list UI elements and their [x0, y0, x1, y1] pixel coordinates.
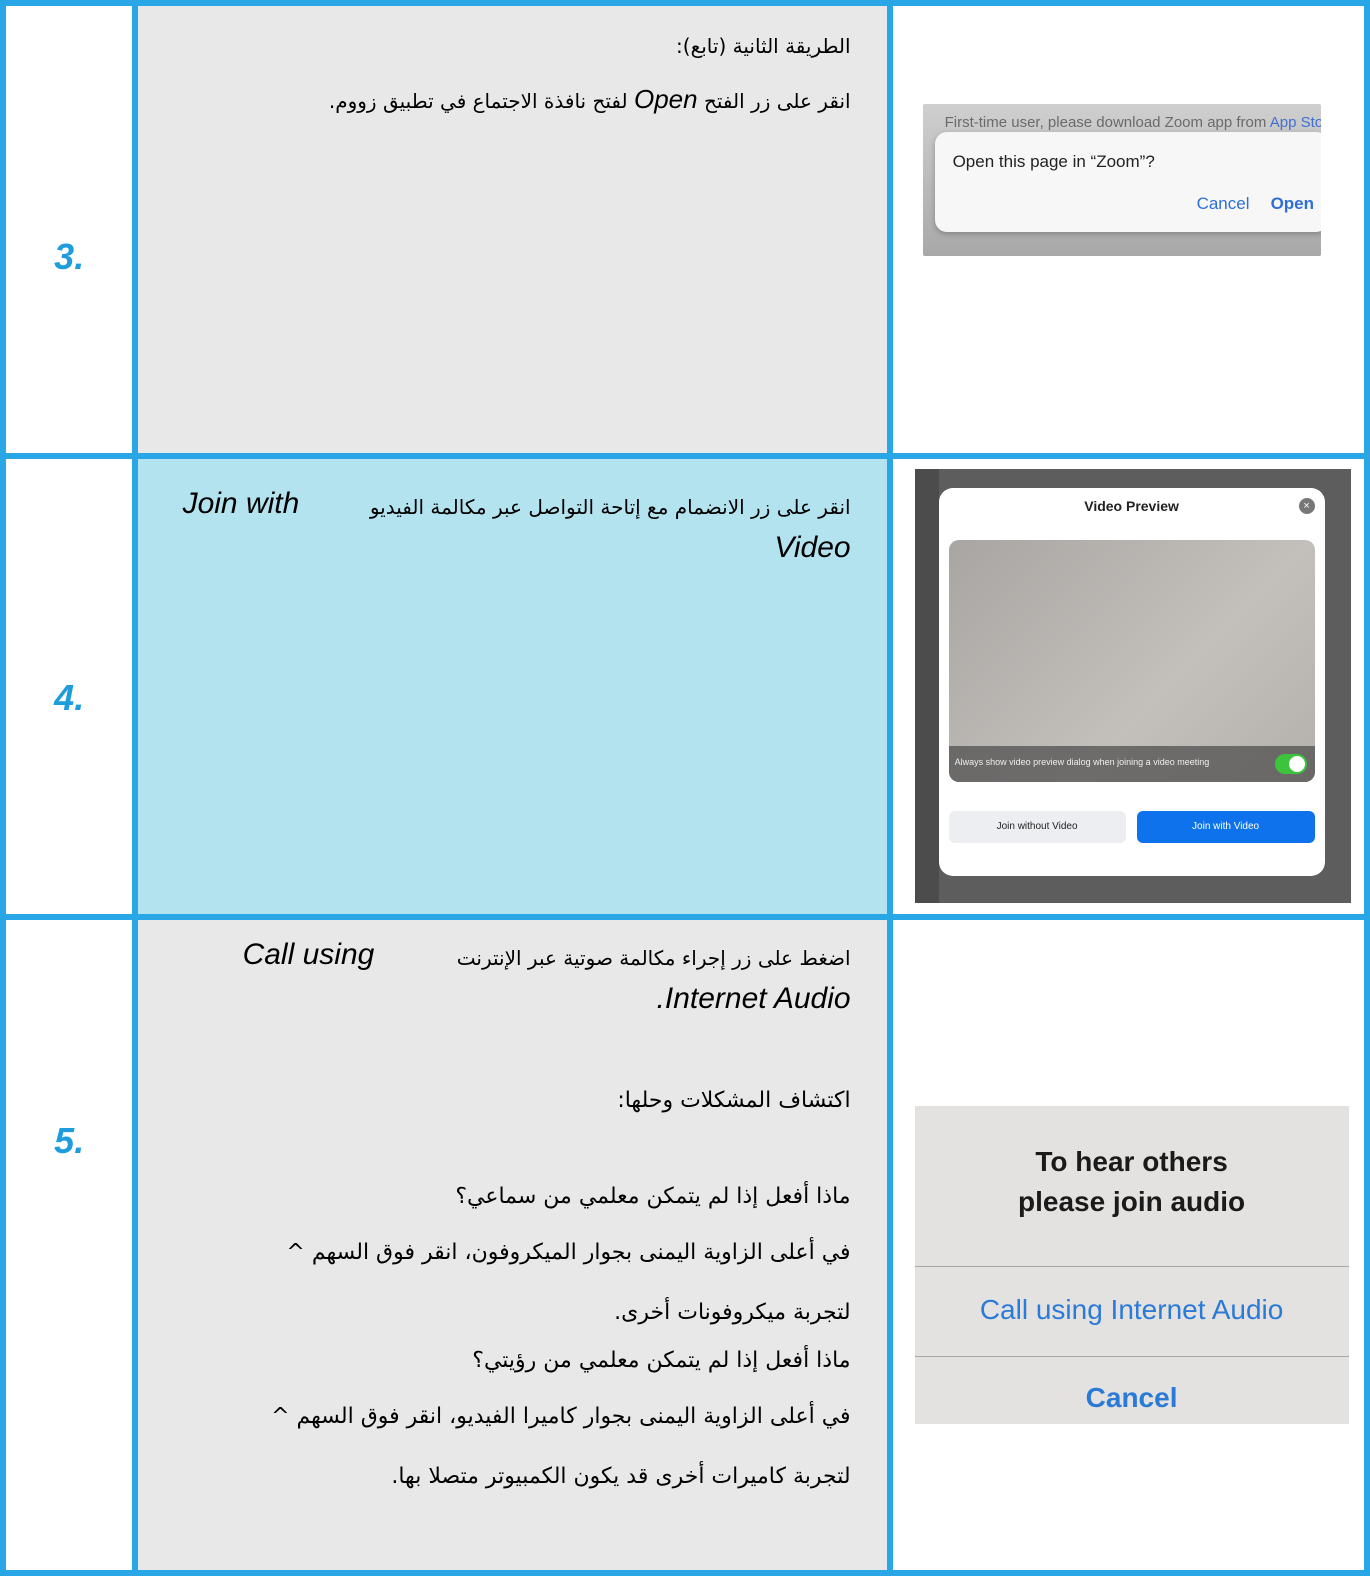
join-without-video-button[interactable]: Join without Video: [948, 811, 1126, 843]
open-in-zoom-screenshot: First-time user, please download Zoom ap…: [922, 104, 1321, 256]
app-store-link[interactable]: App Store: [1270, 114, 1321, 131]
instruction-keyword: Video: [774, 531, 851, 564]
instruction-text: اضغط على زر إجراء مكالمة صوتية عبر الإنت…: [456, 946, 851, 970]
step-screenshot-cell: To hear others please join audio Call us…: [886, 914, 1370, 1576]
camera-preview: Always show video preview dialog when jo…: [948, 540, 1315, 782]
open-in-zoom-dialog: Open this page in “Zoom”? Cancel Open: [934, 132, 1321, 232]
dialog-title: Video Preview: [1084, 498, 1179, 514]
step-number: 3.: [54, 236, 85, 277]
step-instruction: انقر على زر الفتح Open لفتح نافذة الاجتم…: [329, 84, 851, 115]
step-text-cell: انقر على زر الانضمام مع إتاحة التواصل عب…: [132, 453, 893, 920]
dialog-prompt: Open this page in “Zoom”?: [952, 152, 1155, 171]
toggle-knob: [1288, 756, 1305, 772]
join-audio-screenshot: To hear others please join audio Call us…: [914, 1106, 1349, 1424]
step-row-3: 3. الطريقة الثانية (تابع): انقر على زر ا…: [0, 0, 1370, 459]
instruction-text: لفتح نافذة الاجتماع في تطبيق زووم.: [328, 89, 628, 113]
video-preview-screenshot: Video Preview × Always show video previe…: [914, 469, 1351, 903]
step-row-4: 4. انقر على زر الانضمام مع إتاحة التواصل…: [0, 453, 1370, 920]
app-sidebar: [914, 469, 939, 903]
faq-answer: في أعلى الزاوية اليمنى بجوار الميكروفون،…: [286, 1240, 851, 1265]
open-button[interactable]: Open: [1271, 194, 1314, 214]
instruction-keyword: Call using: [242, 938, 375, 971]
step-number-cell: 3.: [0, 0, 139, 459]
close-icon[interactable]: ×: [1298, 498, 1315, 514]
step-instruction: انقر على زر الانضمام مع إتاحة التواصل عب…: [171, 487, 851, 527]
step-row-5: 5. اضغط على زر إجراء مكالمة صوتية عبر ال…: [0, 914, 1370, 1576]
faq-question: ماذا أفعل إذا لم يتمكن معلمي من سماعي؟: [455, 1184, 851, 1209]
divider: [914, 1356, 1349, 1357]
audio-prompt-line: please join audio: [1017, 1186, 1246, 1217]
step-number-cell: 5.: [0, 914, 139, 1576]
cancel-button[interactable]: Cancel: [915, 1382, 1349, 1414]
instruction-text: انقر على زر الانضمام مع إتاحة التواصل عب…: [369, 495, 851, 519]
faq-answer: في أعلى الزاوية اليمنى بجوار كاميرا الفي…: [271, 1404, 851, 1429]
steps-table: 3. الطريقة الثانية (تابع): انقر على زر ا…: [0, 0, 1370, 1576]
step-screenshot-cell: Video Preview × Always show video previe…: [886, 453, 1370, 920]
divider: [914, 1266, 1349, 1267]
faq-question: ماذا أفعل إذا لم يتمكن معلمي من رؤيتي؟: [472, 1348, 851, 1373]
audio-prompt-line: To hear others: [1035, 1146, 1228, 1177]
join-with-video-button[interactable]: Join with Video: [1136, 811, 1315, 843]
faq-answer: لتجربة ميكروفونات أخرى.: [614, 1300, 851, 1325]
step-screenshot-cell: First-time user, please download Zoom ap…: [886, 0, 1370, 459]
faq-answer: لتجربة كاميرات أخرى قد يكون الكمبيوتر مت…: [391, 1464, 851, 1489]
instruction-keyword: .Internet Audio: [656, 982, 851, 1015]
preview-option-label: Always show video preview dialog when jo…: [954, 757, 1210, 767]
step-text-cell: الطريقة الثانية (تابع): انقر على زر الفت…: [132, 0, 893, 459]
download-hint-text: First-time user, please download Zoom ap…: [944, 114, 1267, 131]
download-hint: First-time user, please download Zoom ap…: [945, 114, 1321, 131]
step-text-cell: اضغط على زر إجراء مكالمة صوتية عبر الإنت…: [132, 914, 893, 1576]
instruction-keyword: Join with: [182, 487, 300, 520]
step-instruction: اضغط على زر إجراء مكالمة صوتية عبر الإنت…: [171, 938, 851, 978]
call-using-internet-audio-button[interactable]: Call using Internet Audio: [915, 1294, 1349, 1326]
instruction-text: انقر على زر الفتح: [703, 89, 851, 113]
preview-option-bar: Always show video preview dialog when jo…: [948, 746, 1315, 782]
step-number: 5.: [54, 1120, 85, 1161]
troubleshooting-heading: اكتشاف المشكلات وحلها:: [617, 1088, 851, 1113]
cancel-button[interactable]: Cancel: [1197, 194, 1250, 214]
step-heading: الطريقة الثانية (تابع):: [676, 34, 851, 58]
video-preview-dialog: Video Preview × Always show video previe…: [938, 488, 1325, 876]
step-number: 4.: [54, 677, 85, 718]
step-number-cell: 4.: [0, 453, 139, 920]
instruction-keyword: Open: [634, 84, 698, 114]
preview-toggle[interactable]: [1274, 754, 1307, 774]
